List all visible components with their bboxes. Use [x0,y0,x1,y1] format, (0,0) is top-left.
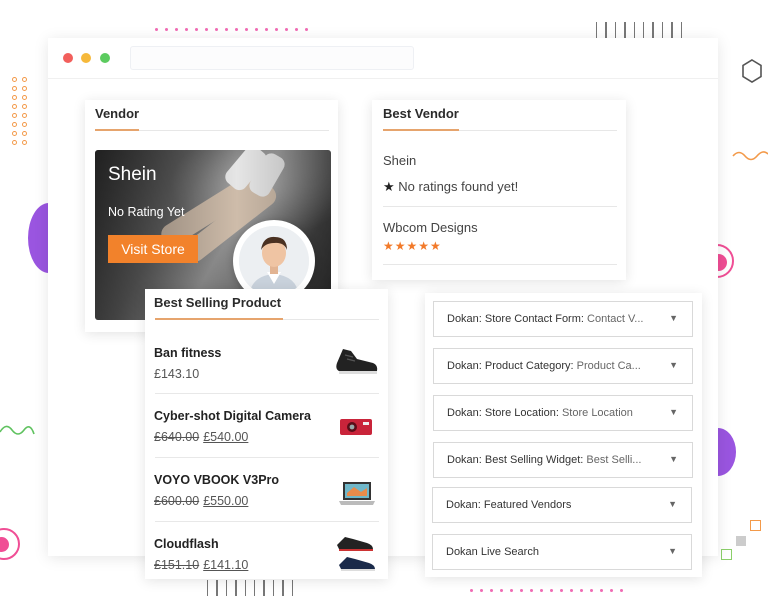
window-maximize-dot[interactable] [100,53,110,63]
window-minimize-dot[interactable] [81,53,91,63]
best-vendor-name[interactable]: Shein [383,153,416,168]
widget-name: Dokan Live Search [446,546,539,558]
product-old-price: £600.00 [154,494,200,508]
product-price: £143.10 [154,367,199,381]
decor-square-green [721,549,732,560]
product-price: £600.00 £550.00 [154,494,248,508]
hexagon-icon [742,59,762,83]
title-accent [383,129,459,131]
widget-store-location[interactable]: Dokan: Store Location: Store Location ▼ [433,395,693,431]
widget-featured-vendors[interactable]: Dokan: Featured Vendors ▼ [432,487,692,523]
vendor-divider [383,206,617,207]
product-name[interactable]: VOYO VBOOK V3Pro [154,473,279,487]
avatar-photo [239,226,309,296]
widget-name: Dokan: Best Selling Widget: [447,454,584,466]
decor-green-wave [0,425,35,435]
widget-subtitle: Store Location [561,407,633,419]
sneaker-thumbnail-icon[interactable] [333,341,379,381]
decor-orange-wave [732,151,768,161]
title-accent [155,318,283,320]
triangle-down-icon[interactable]: ▼ [668,546,677,556]
star-rating: ★★★★★ [383,239,442,253]
best-vendor-rating: ★ No ratings found yet! [383,179,518,195]
best-vendor-name[interactable]: Wbcom Designs [383,220,478,235]
widget-best-selling[interactable]: Dokan: Best Selling Widget: Best Selli..… [433,442,693,478]
widget-name: Dokan: Store Contact Form: [447,313,584,325]
widget-live-search[interactable]: Dokan Live Search ▼ [432,534,692,570]
product-old-price: £640.00 [154,430,200,444]
widget-product-category[interactable]: Dokan: Product Category: Product Ca... ▼ [433,348,693,384]
widget-subtitle: Best Selli... [586,454,642,466]
triangle-down-icon[interactable]: ▼ [669,454,678,464]
window-titlebar [48,38,718,79]
best-vendor-rating-text: No ratings found yet! [398,179,519,194]
decor-pink-dots-bottom [470,589,623,592]
best-selling-title: Best Selling Product [154,295,282,310]
widget-name: Dokan: Product Category: [447,360,574,372]
title-accent [95,129,139,131]
widget-name: Dokan: Featured Vendors [446,499,572,511]
widget-subtitle: Contact V... [587,313,644,325]
product-divider [155,521,379,522]
best-selling-card: Best Selling Product Ban fitness £143.10… [145,289,388,579]
widget-store-contact-form[interactable]: Dokan: Store Contact Form: Contact V... … [433,301,693,337]
decor-square-gray [736,536,746,546]
product-price-value: £540.00 [203,430,249,444]
address-bar[interactable] [130,46,414,70]
product-divider [155,393,379,394]
product-name[interactable]: Cloudflash [154,537,219,551]
product-name[interactable]: Cyber-shot Digital Camera [154,409,311,423]
widget-name: Dokan: Store Location: [447,407,559,419]
widget-list-panel: Dokan: Store Contact Form: Contact V... … [425,293,702,577]
decor-bars-bottom [207,580,293,596]
product-name[interactable]: Ban fitness [154,346,221,360]
decor-bars-top [596,22,682,38]
best-vendor-card: Best Vendor Shein ★ No ratings found yet… [372,100,626,280]
widget-subtitle: Product Ca... [576,360,641,372]
product-price: £151.10 £141.10 [154,558,248,572]
shoes-thumbnail-icon[interactable] [333,531,379,575]
window-close-dot[interactable] [63,53,73,63]
product-price: £640.00 £540.00 [154,430,248,444]
decor-orange-dot-grid [12,77,27,145]
person-avatar-icon [239,226,309,296]
vendor-divider [383,264,617,265]
star-icon: ★ [383,179,395,194]
triangle-down-icon[interactable]: ▼ [668,499,677,509]
product-divider [155,457,379,458]
decor-pink-dots-top [155,28,308,31]
triangle-down-icon[interactable]: ▼ [669,313,678,323]
best-vendor-title: Best Vendor [383,106,459,121]
camera-thumbnail-icon[interactable] [338,413,374,439]
product-old-price: £151.10 [154,558,200,572]
product-price-value: £141.10 [203,558,249,572]
decor-square-orange [750,520,761,531]
triangle-down-icon[interactable]: ▼ [669,360,678,370]
vendor-store-name: Shein [108,164,157,185]
product-price-value: £550.00 [203,494,249,508]
triangle-down-icon[interactable]: ▼ [669,407,678,417]
laptop-thumbnail-icon[interactable] [337,479,377,509]
product-price-value: £143.10 [154,367,200,381]
vendor-rating-text: No Rating Yet [108,205,185,219]
visit-store-button[interactable]: Visit Store [108,235,198,263]
vendor-widget-title: Vendor [95,106,140,121]
